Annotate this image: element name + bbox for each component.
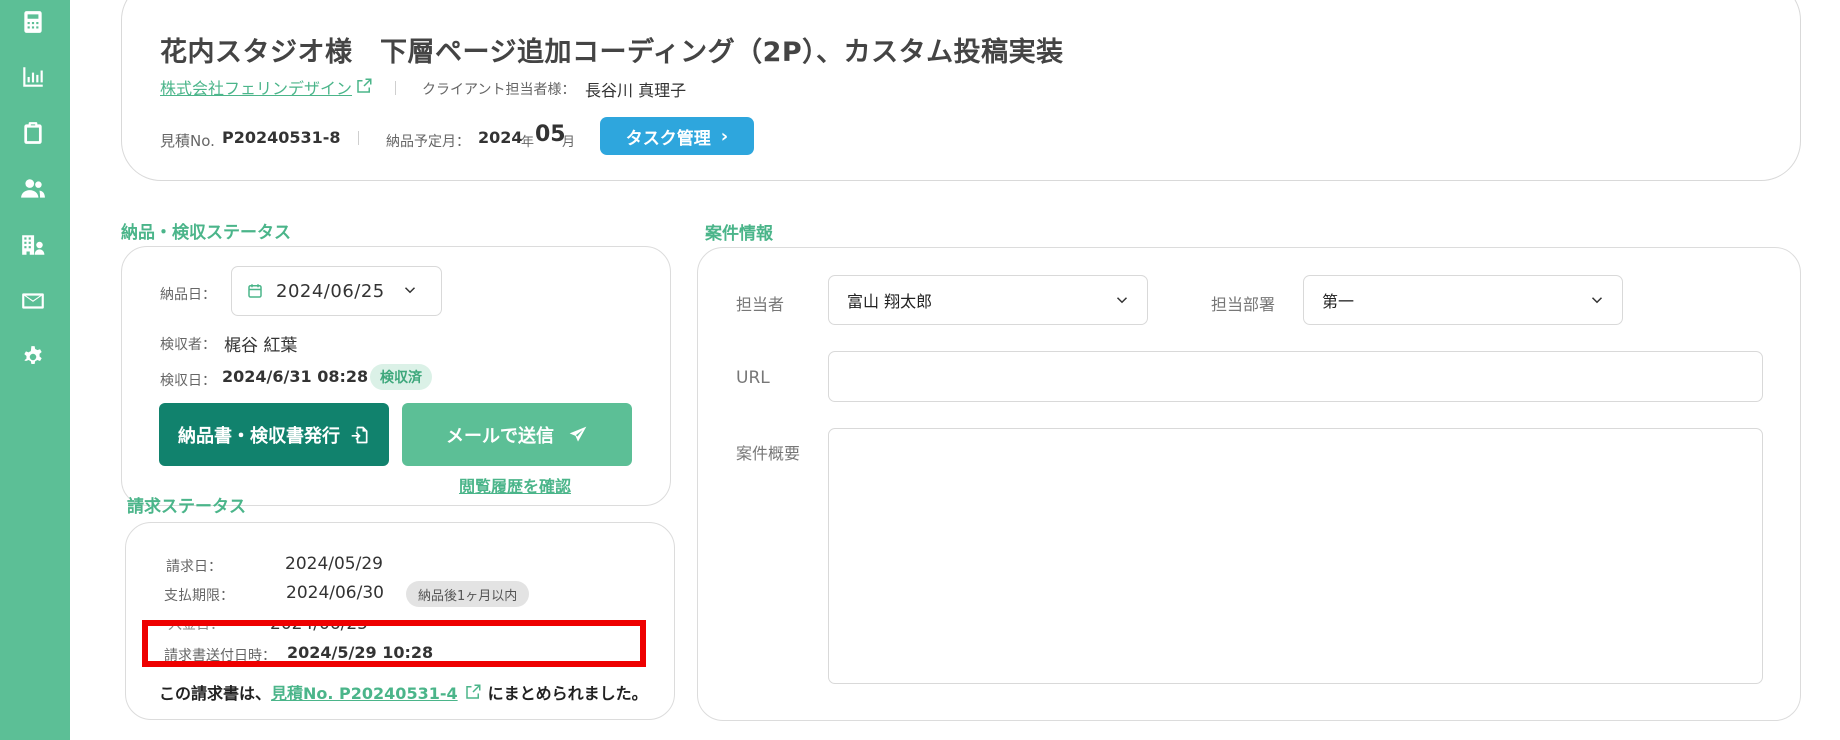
department-select[interactable]: 第一	[1303, 275, 1623, 325]
summary-label: 案件概要	[736, 444, 801, 463]
client-contact-name: 長谷川 真理子	[585, 81, 687, 100]
chart-icon[interactable]	[19, 63, 47, 91]
sidebar	[0, 0, 70, 740]
person-select[interactable]: 富山 翔太郎	[828, 275, 1148, 325]
delivery-year: 2024	[478, 128, 523, 147]
year-unit: 年	[521, 135, 535, 150]
send-mail-button[interactable]: メールで送信	[402, 403, 632, 466]
external-link-icon[interactable]	[355, 77, 373, 95]
due-date-badge: 納品後1ヶ月以内	[406, 581, 530, 607]
gear-icon[interactable]	[19, 343, 47, 371]
merge-note: この請求書は、 見積No. P20240531-4 にまとめられました。	[159, 680, 648, 704]
clipboard-icon[interactable]	[19, 119, 47, 147]
task-management-button[interactable]: タスク管理 ›	[600, 117, 754, 155]
inspection-status-badge: 検収済	[370, 364, 432, 390]
external-link-icon[interactable]	[464, 683, 482, 701]
task-management-label: タスク管理	[625, 128, 711, 149]
chevron-down-icon	[404, 287, 416, 294]
delivery-month-label: 納品予定月：	[386, 134, 470, 150]
chevron-down-icon	[1116, 297, 1128, 304]
department-value: 第一	[1322, 292, 1355, 311]
calendar-icon	[248, 284, 262, 298]
send-mail-label: メールで送信	[446, 425, 554, 447]
person-value: 富山 翔太郎	[847, 292, 933, 311]
summary-textarea[interactable]	[828, 428, 1763, 684]
delivery-date-select[interactable]: 2024/06/25	[231, 266, 442, 316]
inspector-name: 梶谷 紅葉	[224, 336, 298, 356]
deposit-date: 2024/06/25	[270, 620, 368, 634]
invoice-date: 2024/05/29	[285, 554, 383, 574]
issue-documents-button[interactable]: 納品書・検収書発行	[159, 403, 389, 466]
chevron-down-icon	[1591, 297, 1603, 304]
project-header-card	[121, 0, 1801, 181]
due-date-label: 支払期限：	[164, 588, 234, 604]
page-title: 花内スタジオ様 下層ページ追加コーディング（2P）、カスタム投稿実装	[160, 37, 1064, 68]
delivery-date-label: 納品日：	[160, 287, 216, 303]
client-contact-label: クライアント担当者様：	[422, 82, 576, 98]
billing-section-title: 請求ステータス	[127, 497, 246, 517]
url-label: URL	[736, 368, 770, 388]
calculator-icon[interactable]	[19, 8, 47, 36]
deposit-date-label: 入金日：	[168, 620, 224, 633]
invoice-sent-label: 請求書送付日時：	[164, 648, 276, 664]
delivery-section-title: 納品・検収ステータス	[121, 223, 291, 243]
mail-icon[interactable]	[19, 287, 47, 315]
issue-documents-label: 納品書・検収書発行	[178, 425, 340, 447]
estimate-label: 見積No.	[160, 132, 215, 150]
project-section-title: 案件情報	[705, 224, 773, 244]
divider	[358, 131, 359, 145]
delivery-date-value: 2024/06/25	[276, 280, 385, 302]
department-label: 担当部署	[1211, 295, 1276, 314]
inspector-label: 検収者：	[160, 337, 216, 353]
person-label: 担当者	[736, 295, 785, 314]
users-icon[interactable]	[19, 175, 47, 203]
building-user-icon[interactable]	[19, 231, 47, 259]
month-unit: 月	[562, 135, 576, 150]
inspection-date: 2024/6/31 08:28	[222, 367, 369, 386]
invoice-date-label: 請求日：	[166, 559, 222, 575]
paper-plane-icon	[569, 426, 587, 442]
view-history-link[interactable]: 閲覧履歴を確認	[459, 473, 571, 497]
divider	[395, 81, 396, 95]
due-date: 2024/06/30	[286, 583, 384, 603]
merge-note-prefix: この請求書は、	[159, 684, 272, 703]
file-import-icon	[351, 426, 368, 443]
estimate-number: P20240531-8	[222, 128, 341, 147]
merged-estimate-link[interactable]: 見積No. P20240531-4	[271, 680, 458, 704]
company-link[interactable]: 株式会社フェリンデザイン	[160, 75, 352, 99]
merge-note-suffix: にまとめられました。	[487, 684, 648, 703]
invoice-sent-at: 2024/5/29 10:28	[287, 643, 434, 662]
inspection-date-label: 検収日：	[160, 373, 216, 389]
url-input[interactable]	[828, 351, 1763, 402]
chevron-right-icon: ›	[720, 125, 729, 147]
